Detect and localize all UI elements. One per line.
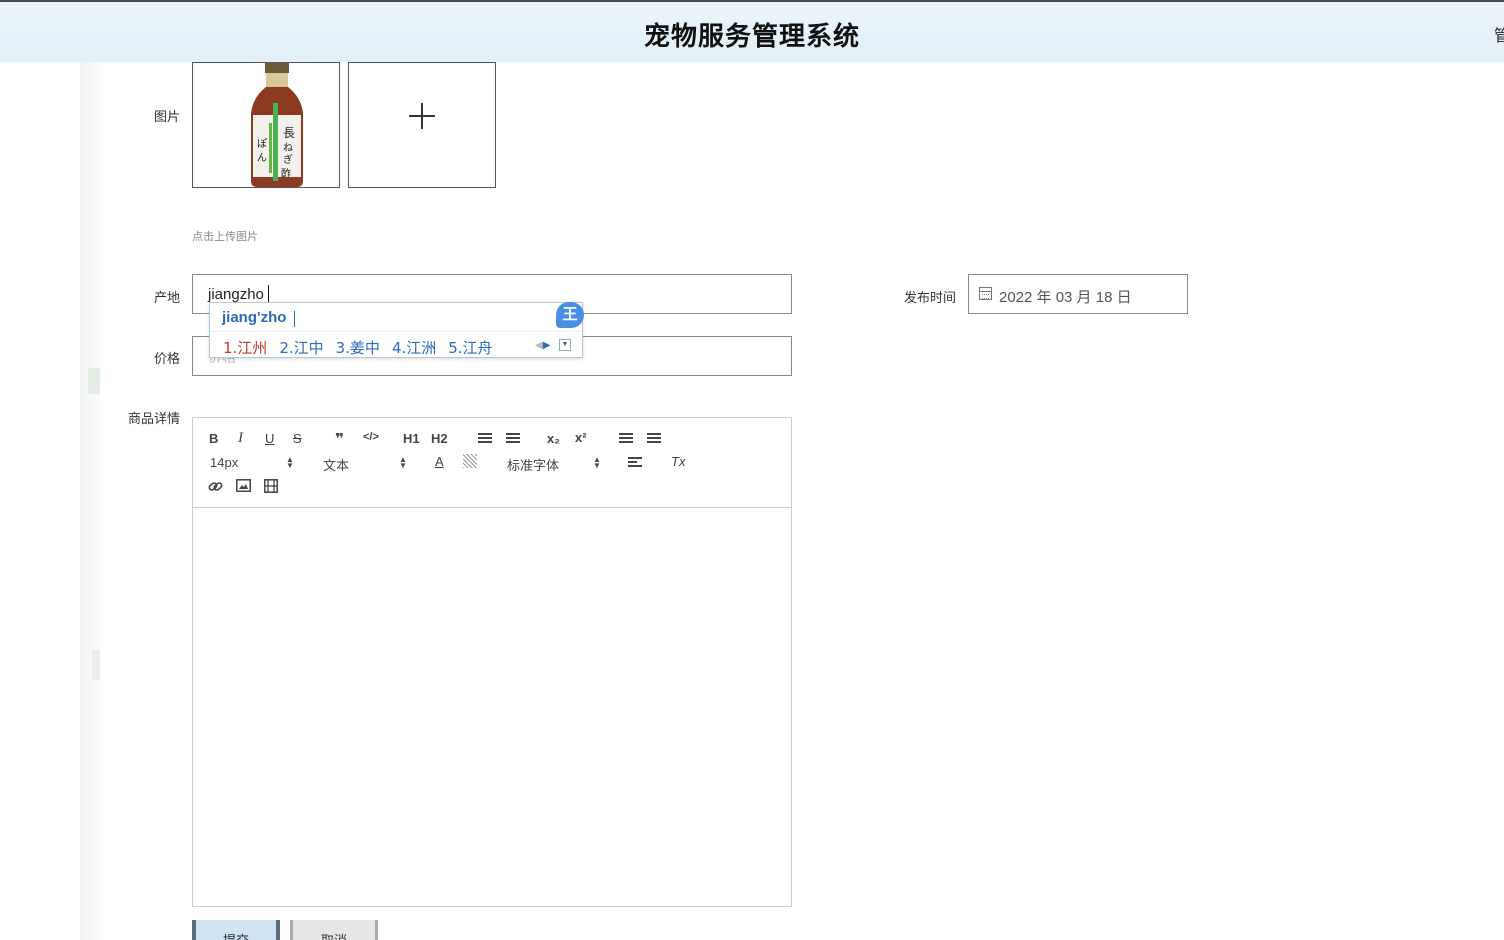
header-select-value: 文本 <box>323 458 350 473</box>
ordered-list-icon[interactable] <box>478 433 492 445</box>
editor-toolbar: B I U S ❞ </> H1 H2 x₂ x² 14px ▲ ▼ 文本 ▲ ▼ … <box>193 418 791 508</box>
svg-text:ぽ: ぽ <box>257 138 267 150</box>
cancel-button[interactable]: 取消 <box>290 920 378 940</box>
font-size-select[interactable]: 14px ▲ ▼ <box>210 455 294 470</box>
ime-candidate-4[interactable]: 4.江洲 <box>392 339 436 357</box>
font-family-value: 标准字体 <box>507 458 560 473</box>
details-label: 商品详情 <box>127 411 180 426</box>
sidebar-edge-mark <box>92 650 100 680</box>
ime-page-nav[interactable]: ◀▶ <box>535 340 550 351</box>
select-arrows-icon: ▲ ▼ <box>286 455 294 470</box>
publish-time-label: 发布时间 <box>903 290 956 305</box>
chevron-right-icon[interactable]: ▶ <box>543 340 551 351</box>
upload-hint: 点击上传图片 <box>192 231 258 243</box>
calendar-icon <box>979 287 992 300</box>
font-family-select[interactable]: 标准字体 ▲ ▼ <box>507 455 601 474</box>
ime-candidate-window: jiang'zho 1.江州 2.江中 3.姜中 4.江洲 5.江舟 ◀▶ ▼ <box>209 302 583 358</box>
italic-button[interactable]: I <box>238 430 243 447</box>
text-caret <box>268 285 269 303</box>
blockquote-button[interactable]: ❞ <box>335 430 344 448</box>
svg-text:酢: 酢 <box>281 167 291 180</box>
select-arrows-icon: ▲ ▼ <box>593 455 601 470</box>
origin-label: 产地 <box>153 290 180 305</box>
user-menu-partial[interactable]: 管 <box>1494 22 1504 46</box>
indent-icon[interactable] <box>647 433 661 445</box>
publish-time-input[interactable]: 2022 年 03 月 18 日 <box>968 274 1188 314</box>
clean-format-button[interactable]: Tx <box>671 454 685 469</box>
image-icon[interactable] <box>236 479 251 492</box>
add-image-button[interactable] <box>348 62 496 188</box>
ime-candidate-5[interactable]: 5.江舟 <box>448 339 492 357</box>
outdent-icon[interactable] <box>619 433 633 445</box>
heading-1-button[interactable]: H1 <box>403 431 420 446</box>
subscript-button[interactable]: x₂ <box>547 431 560 446</box>
svg-text:ね: ね <box>283 142 293 154</box>
link-icon[interactable] <box>208 479 223 494</box>
uploaded-image-thumbnail[interactable]: 長 ね ぎ ぽ ん 酢 <box>192 62 340 188</box>
code-block-button[interactable]: </> <box>363 431 379 443</box>
rich-text-editor: B I U S ❞ </> H1 H2 x₂ x² 14px ▲ ▼ 文本 ▲ ▼ … <box>192 417 792 907</box>
ime-candidate-1[interactable]: 1.江州 <box>223 339 267 357</box>
header-select[interactable]: 文本 ▲ ▼ <box>323 455 407 474</box>
strike-button[interactable]: S <box>293 431 302 446</box>
chevron-down-icon[interactable]: ▼ <box>559 339 571 351</box>
svg-text:長: 長 <box>283 126 295 140</box>
ime-candidate-3[interactable]: 3.姜中 <box>336 339 380 357</box>
image-label: 图片 <box>153 109 180 124</box>
plus-icon <box>409 103 435 129</box>
video-icon[interactable] <box>264 479 278 493</box>
svg-text:ん: ん <box>257 152 267 164</box>
bullet-list-icon[interactable] <box>506 433 520 445</box>
ime-caret <box>294 311 295 327</box>
sidebar-edge <box>80 62 100 940</box>
align-icon[interactable] <box>628 457 642 469</box>
ime-logo-badge: 王 <box>556 302 584 328</box>
underline-button[interactable]: U <box>265 431 274 446</box>
product-bottle-image: 長 ね ぎ ぽ ん 酢 <box>251 63 303 187</box>
superscript-button[interactable]: x² <box>575 430 587 445</box>
ime-candidate-2[interactable]: 2.江中 <box>279 339 323 357</box>
heading-2-button[interactable]: H2 <box>431 431 448 446</box>
top-header-bar: 宠物服务管理系统 管 <box>0 0 1504 62</box>
submit-button[interactable]: 提交 <box>192 920 280 940</box>
ime-composition: jiang'zho <box>222 309 287 326</box>
bold-button[interactable]: B <box>209 431 218 446</box>
publish-time-value: 2022 年 03 月 18 日 <box>999 289 1132 306</box>
price-label: 价格 <box>153 351 180 366</box>
svg-text:ぎ: ぎ <box>283 153 293 166</box>
editor-content-area[interactable] <box>193 508 791 906</box>
background-color-icon[interactable] <box>463 454 477 468</box>
origin-input-value: jiangzho <box>208 286 264 303</box>
ime-candidates: 1.江州 2.江中 3.姜中 4.江洲 5.江舟 <box>223 337 505 358</box>
font-size-value: 14px <box>210 455 239 470</box>
chevron-left-icon[interactable]: ◀ <box>535 340 543 351</box>
sidebar-edge-mark <box>88 368 100 394</box>
ime-divider <box>210 331 582 332</box>
font-color-button[interactable]: A <box>435 454 444 469</box>
select-arrows-icon: ▲ ▼ <box>399 455 407 470</box>
system-title: 宠物服务管理系统 <box>643 21 860 51</box>
